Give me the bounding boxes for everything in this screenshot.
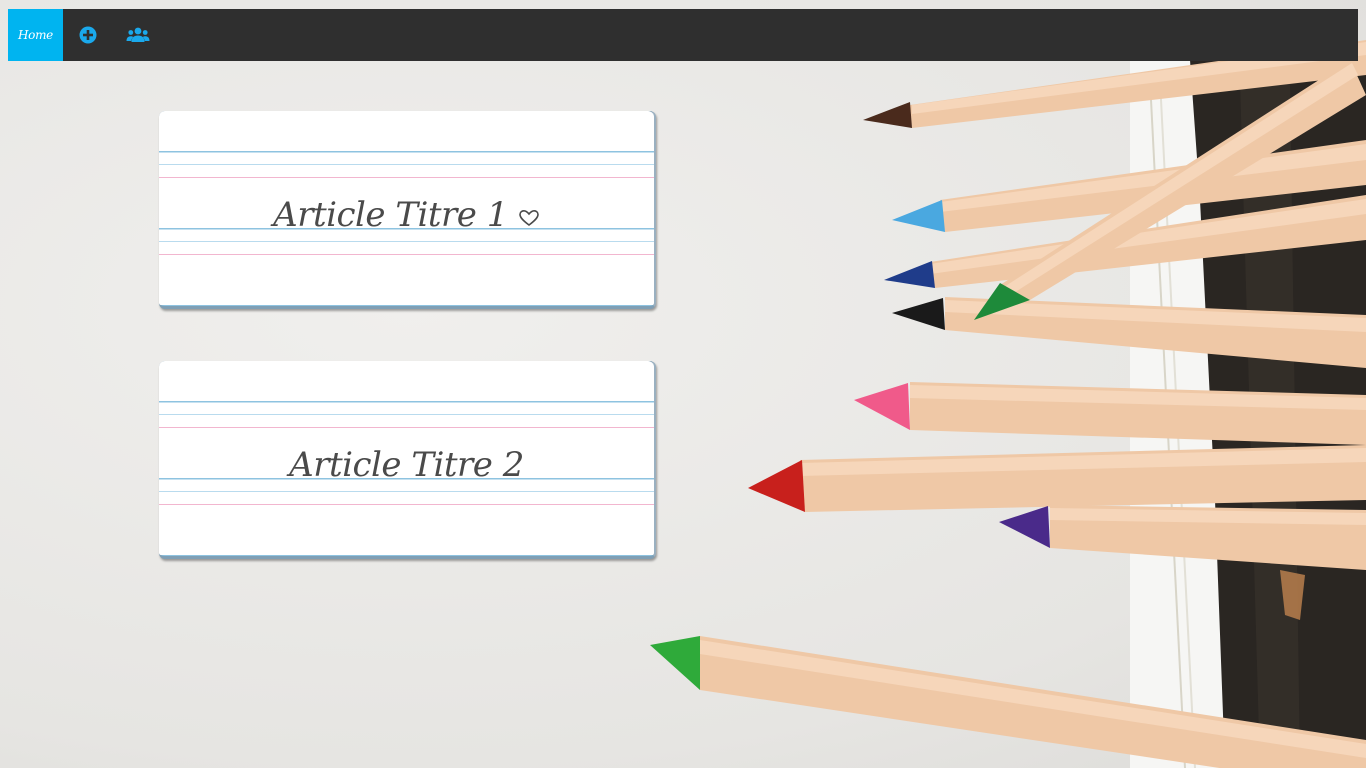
users-icon — [126, 27, 150, 42]
article-card-1-title: Article Titre 1 — [273, 194, 508, 235]
article-card-2-title: Article Titre 2 — [289, 444, 524, 485]
nav-add-button[interactable] — [63, 9, 113, 61]
article-card-1-title-row: Article Titre 1 — [273, 195, 540, 235]
plus-circle-icon — [79, 26, 97, 44]
nav-users-button[interactable] — [113, 9, 163, 61]
top-navbar: Home — [8, 9, 1358, 61]
heart-outline-svg — [519, 209, 539, 226]
article-card-2-title-row: Article Titre 2 — [289, 445, 524, 485]
article-card-1[interactable]: Article Titre 1 — [159, 111, 656, 309]
nav-home-button[interactable]: Home — [8, 9, 63, 61]
article-card-2[interactable]: Article Titre 2 — [159, 361, 656, 559]
heart-outline-icon[interactable] — [518, 209, 540, 227]
